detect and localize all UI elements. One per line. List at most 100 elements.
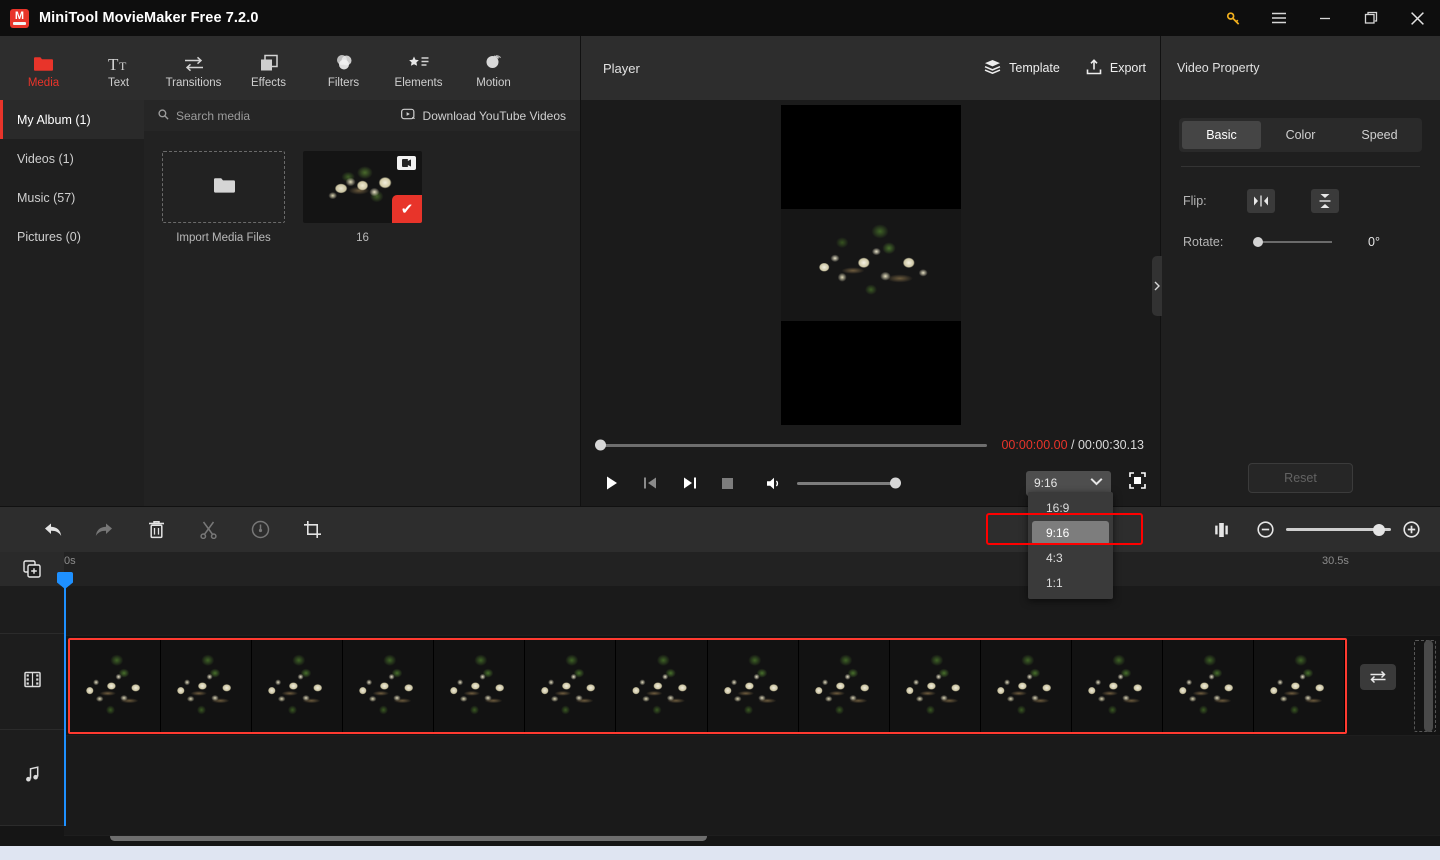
reset-button[interactable]: Reset [1248,463,1353,493]
ribbon-item-media[interactable]: Media [6,48,81,89]
sidebar-item-pictures[interactable]: Pictures (0) [0,217,144,256]
ribbon-item-transitions[interactable]: Transitions [156,48,231,89]
track-headers [0,586,64,826]
video-canvas[interactable] [780,105,961,425]
app-window: M MiniTool MovieMaker Free 7.2.0 Media T… [0,0,1440,860]
svg-text:T: T [119,59,127,72]
aspect-option-16-9[interactable]: 16:9 [1032,496,1109,520]
maximize-icon[interactable] [1348,0,1394,36]
player-stage [581,100,1160,430]
ruler-tick-end: 30.5s [1322,555,1349,567]
transitions-icon [183,50,205,72]
youtube-icon [400,108,416,123]
swap-arrows-icon[interactable] [1360,664,1396,690]
export-button[interactable]: Export [1086,58,1146,78]
chevron-down-icon [1090,477,1103,489]
add-track-icon[interactable] [0,552,64,586]
ribbon-item-text[interactable]: TT Text [81,48,156,89]
ribbon-item-motion[interactable]: Motion [456,48,531,89]
ribbon-item-filters[interactable]: Filters [306,48,381,89]
sidebar-item-my-album[interactable]: My Album (1) [0,100,144,139]
track-header-audio[interactable] [0,730,64,826]
seek-slider[interactable] [595,439,988,451]
play-icon[interactable] [605,475,619,491]
aspect-option-4-3[interactable]: 4:3 [1032,546,1109,570]
ribbon-item-effects[interactable]: Effects [231,48,306,89]
minimize-icon[interactable] [1302,0,1348,36]
app-title: MiniTool MovieMaker Free 7.2.0 [39,10,259,26]
zoom-slider[interactable] [1286,523,1391,536]
scissors-icon[interactable] [182,507,234,553]
import-media-button[interactable] [162,151,285,223]
main-area: Media TT Text Transitions Effects Filter… [0,36,1440,506]
zoom-out-icon[interactable] [1257,521,1274,538]
rotate-handle[interactable] [1253,237,1263,247]
playhead[interactable] [57,572,73,826]
lane-text[interactable] [64,586,1440,636]
sidebar-item-videos[interactable]: Videos (1) [0,139,144,178]
key-icon[interactable] [1210,0,1256,36]
hamburger-menu-icon[interactable] [1256,0,1302,36]
clip-frame [1071,640,1163,732]
timeline-ruler: 0s 30.5s [0,552,1440,586]
lane-audio[interactable] [64,736,1440,836]
media-thumbnail[interactable]: ✔ [303,151,422,223]
ribbon-label-transitions: Transitions [165,76,222,89]
previous-frame-icon[interactable] [643,476,658,490]
video-clip[interactable] [68,638,1347,734]
speed-gauge-icon[interactable] [234,507,286,553]
tab-basic[interactable]: Basic [1182,121,1261,149]
zoom-in-icon[interactable] [1403,521,1420,538]
aspect-ratio-dropdown: 16:9 9:16 4:3 1:1 [1028,492,1113,599]
track-header-text[interactable] [0,586,64,635]
category-label: Music (57) [17,190,76,205]
panel-collapse-toggle[interactable] [1152,256,1162,316]
property-panel-body: Basic Color Speed Flip: Rotate: 0° Reset [1161,100,1440,506]
flip-vertical-icon[interactable] [1311,189,1339,213]
sidebar-item-music[interactable]: Music (57) [0,178,144,217]
undo-icon[interactable] [26,507,78,553]
tab-speed[interactable]: Speed [1340,121,1419,149]
aspect-option-label: 16:9 [1046,501,1070,515]
ribbon-label-text: Text [107,76,130,89]
fit-to-timeline-icon[interactable] [1212,522,1231,538]
media-item: ✔ 16 [301,151,424,244]
trash-icon[interactable] [130,507,182,553]
aspect-option-1-1[interactable]: 1:1 [1032,571,1109,595]
redo-icon[interactable] [78,507,130,553]
seek-handle[interactable] [595,439,606,451]
effects-icon [259,50,279,72]
search-input[interactable]: Search media [158,109,250,123]
template-label: Template [1009,61,1060,75]
next-frame-icon[interactable] [682,476,697,490]
stop-icon[interactable] [721,477,734,490]
flip-horizontal-icon[interactable] [1247,189,1275,213]
volume-control [766,476,901,491]
left-column: Media TT Text Transitions Effects Filter… [0,36,580,506]
media-list-panel: Search media Download YouTube Videos Imp… [144,100,580,506]
timeline-vertical-scrollbar[interactable] [1424,640,1433,732]
video-frame-image [780,209,961,321]
timeline-scale[interactable]: 0s 30.5s [64,552,1440,586]
aspect-option-9-16[interactable]: 9:16 [1032,521,1109,545]
property-tabs: Basic Color Speed [1179,118,1422,152]
track-header-video[interactable] [0,634,64,730]
ribbon-item-elements[interactable]: Elements [381,48,456,89]
zoom-handle[interactable] [1373,523,1385,536]
fullscreen-icon[interactable] [1129,472,1146,494]
template-button[interactable]: Template [984,59,1060,78]
download-youtube-button[interactable]: Download YouTube Videos [400,108,566,123]
crop-icon[interactable] [286,507,338,553]
media-grid: Import Media Files ✔ 16 [144,131,580,506]
rotate-slider[interactable] [1253,237,1332,247]
close-icon[interactable] [1394,0,1440,36]
volume-handle[interactable] [890,477,901,489]
rotate-label: Rotate: [1183,235,1224,249]
volume-slider[interactable] [797,477,901,489]
clip-frame [161,640,253,732]
volume-icon[interactable] [766,476,783,491]
aspect-option-label: 1:1 [1046,576,1063,590]
tab-color[interactable]: Color [1261,121,1340,149]
clip-frame [252,640,344,732]
player-header: Player Template Export [581,36,1160,100]
